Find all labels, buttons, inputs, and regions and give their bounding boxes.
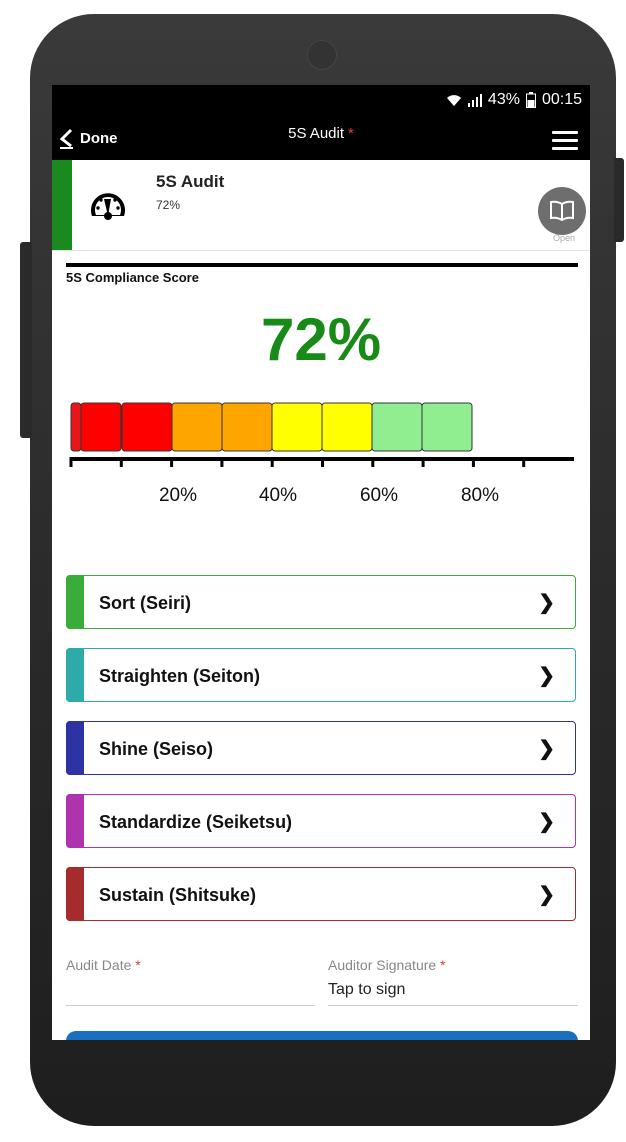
- power-button: [614, 158, 624, 242]
- chevron-right-icon: ❯: [538, 665, 555, 687]
- scale-segment: [80, 402, 122, 452]
- section-label: Shine (Seiso): [99, 739, 214, 759]
- scale-tick-label: 60%: [360, 485, 398, 506]
- chevron-right-icon: ❯: [538, 592, 555, 614]
- scale-segment: [421, 402, 473, 452]
- auditor-signature-label-text: Auditor Signature: [328, 957, 437, 973]
- section-label: Sort (Seiri): [99, 593, 192, 613]
- scale-segment: [271, 402, 323, 452]
- auditor-signature-label: Auditor Signature *: [328, 957, 446, 973]
- section-label: Straighten (Seiton): [99, 666, 260, 686]
- auditor-signature-underline: [328, 1005, 578, 1006]
- section-color-bar: [66, 648, 84, 702]
- scale-segment: [371, 402, 423, 452]
- score-scale: 20% 40% 60% 80%: [69, 402, 574, 506]
- section-label: Sustain (Shitsuke): [99, 885, 257, 905]
- chevron-right-icon: ❯: [538, 738, 555, 760]
- scale-segment: [321, 402, 373, 452]
- submit-button[interactable]: [66, 1031, 578, 1040]
- audit-date-label: Audit Date *: [66, 957, 141, 973]
- camera: [307, 40, 337, 70]
- auditor-signature-field[interactable]: Tap to sign: [328, 981, 405, 999]
- section-label: Standardize (Seiketsu): [99, 812, 293, 832]
- required-star: *: [440, 957, 446, 973]
- audit-date-label-text: Audit Date: [66, 957, 132, 973]
- section-button[interactable]: Shine (Seiso) ❯: [66, 721, 576, 775]
- section-color-bar: [66, 575, 84, 629]
- chevron-right-icon: ❯: [538, 884, 555, 906]
- volume-button: [20, 242, 32, 438]
- section-button[interactable]: Straighten (Seiton) ❯: [66, 648, 576, 702]
- section-color-bar: [66, 794, 84, 848]
- section-button[interactable]: Sustain (Shitsuke) ❯: [66, 867, 576, 921]
- screen: 43% 00:15 Done 5S Audit * 5S Audit 72% O…: [52, 85, 590, 1040]
- chevron-right-icon: ❯: [538, 811, 555, 833]
- scale-segment: [121, 402, 173, 452]
- scale-segment: [70, 402, 82, 452]
- scale-tick-label: 20%: [159, 485, 197, 506]
- required-star: *: [135, 957, 141, 973]
- section-color-bar: [66, 721, 84, 775]
- section-color-bar: [66, 867, 84, 921]
- audit-date-field[interactable]: [66, 981, 314, 1003]
- scale-tick-label: 40%: [259, 485, 297, 506]
- scale-tick-label: 80%: [461, 485, 499, 506]
- scale-segment: [171, 402, 223, 452]
- audit-date-underline: [66, 1005, 315, 1006]
- section-button[interactable]: Sort (Seiri) ❯: [66, 575, 576, 629]
- scale-segment: [221, 402, 273, 452]
- section-button[interactable]: Standardize (Seiketsu) ❯: [66, 794, 576, 848]
